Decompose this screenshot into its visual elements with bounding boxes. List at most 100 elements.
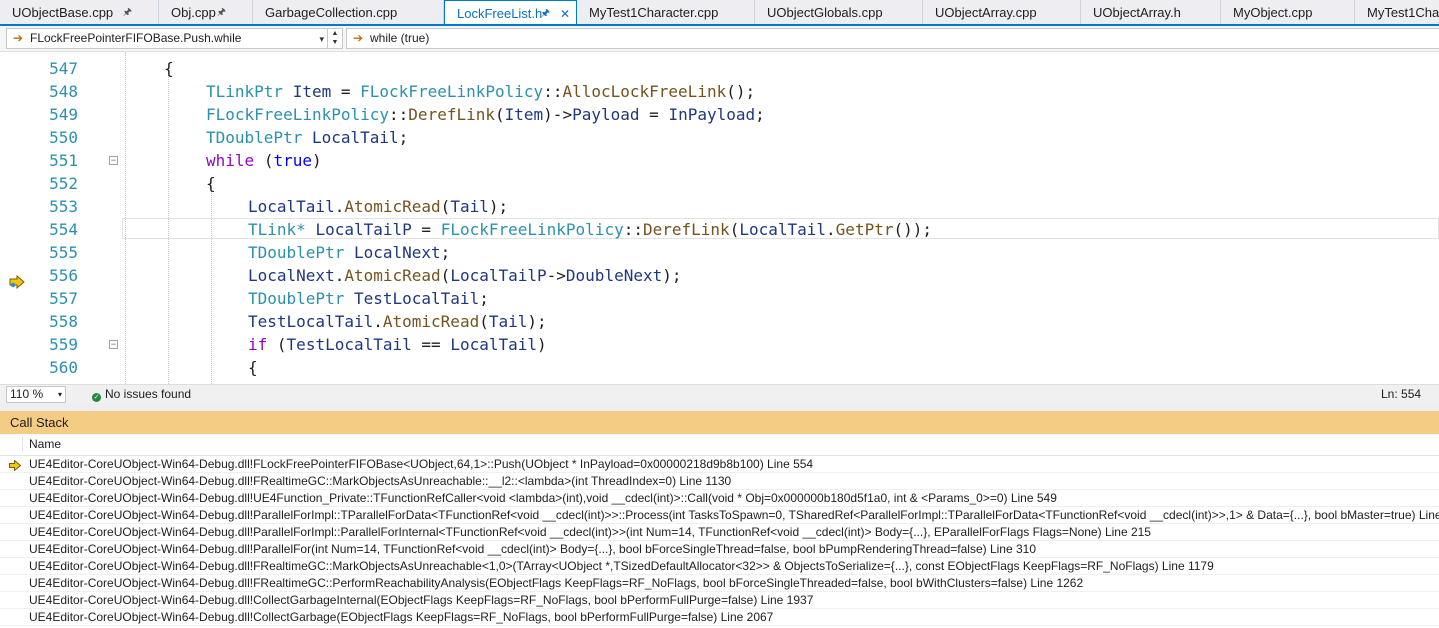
pin-icon[interactable]: 🖈︎ <box>541 1 550 24</box>
code-line[interactable]: 556 LocalNext.AtomicRead(LocalTailP->Dou… <box>0 264 1439 287</box>
callstack-row[interactable]: UE4Editor-CoreUObject-Win64-Debug.dll!Co… <box>0 592 1439 609</box>
issues-text: No issues found <box>105 387 192 401</box>
callstack-row[interactable]: UE4Editor-CoreUObject-Win64-Debug.dll!Pa… <box>0 524 1439 541</box>
callstack-frame-text: UE4Editor-CoreUObject-Win64-Debug.dll!FL… <box>29 457 814 471</box>
code-token: LocalNext <box>353 243 441 262</box>
code-line[interactable]: 552 { <box>0 172 1439 195</box>
code-token: Tail <box>450 197 489 216</box>
callstack-row[interactable]: UE4Editor-CoreUObject-Win64-Debug.dll!FL… <box>0 456 1439 473</box>
tab-mytest1charac[interactable]: MyTest1Charac <box>1355 0 1439 24</box>
callstack-row[interactable]: UE4Editor-CoreUObject-Win64-Debug.dll!FR… <box>0 558 1439 575</box>
tab-uobjectbase-cpp[interactable]: UObjectBase.cpp 🖈︎ <box>0 0 159 24</box>
callstack-frame-text: UE4Editor-CoreUObject-Win64-Debug.dll!FR… <box>29 559 1214 573</box>
code-line[interactable]: 550 TDoublePtr LocalTail; <box>0 126 1439 149</box>
code-line[interactable]: 549 FLockFreeLinkPolicy::DerefLink(Item)… <box>0 103 1439 126</box>
tab-mytest1character-cpp[interactable]: MyTest1Character.cpp <box>577 0 755 24</box>
code-token: Item <box>504 105 544 124</box>
code-token: LocalNext <box>248 266 335 285</box>
chevron-down-icon[interactable]: ▾ <box>319 30 324 49</box>
callstack-column-header[interactable]: Name <box>0 434 1439 456</box>
code-token: = <box>649 105 659 124</box>
line-number: 548 <box>49 82 78 101</box>
code-line[interactable]: 553 LocalTail.AtomicRead(Tail); <box>0 195 1439 218</box>
code-token: AtomicRead <box>344 266 441 285</box>
issues-indicator[interactable]: ✓ No issues found <box>92 385 191 403</box>
code-line[interactable]: 548 TLinkPtr Item = FLockFreeLinkPolicy:… <box>0 80 1439 103</box>
tab-garbagecollection-cpp[interactable]: GarbageCollection.cpp <box>253 0 444 24</box>
tab-label: UObjectArray.h <box>1093 5 1181 20</box>
code-line[interactable]: 551 − while (true) <box>0 149 1439 172</box>
line-number: 555 <box>49 243 78 262</box>
code-token: LocalTail <box>739 220 827 239</box>
code-token: ( <box>729 220 740 239</box>
callstack-list: UE4Editor-CoreUObject-Win64-Debug.dll!FL… <box>0 456 1439 628</box>
callstack-frame-text: UE4Editor-CoreUObject-Win64-Debug.dll!Pa… <box>29 525 1151 539</box>
line-number: 551 <box>49 151 78 170</box>
pin-icon[interactable]: 🖈︎ <box>217 0 226 24</box>
code-token: ); <box>527 312 547 331</box>
callstack-row[interactable]: UE4Editor-CoreUObject-Win64-Debug.dll!FR… <box>0 575 1439 592</box>
code-token: . <box>826 220 836 239</box>
code-token: TestLocalTail <box>286 335 412 354</box>
code-token: (); <box>726 82 756 101</box>
zoom-dropdown[interactable]: 110 % ▾ <box>6 386 66 403</box>
code-token: ( <box>479 312 489 331</box>
member-dropdown-value: while (true) <box>370 31 430 45</box>
line-number: 557 <box>49 289 78 308</box>
tab-uobjectarray-cpp[interactable]: UObjectArray.cpp <box>923 0 1081 24</box>
code-token: LocalTail <box>450 335 538 354</box>
code-line[interactable]: 558 TestLocalTail.AtomicRead(Tail); <box>0 310 1439 333</box>
code-line[interactable]: 557 TDoublePtr TestLocalTail; <box>0 287 1439 310</box>
code-token: ; <box>398 128 409 147</box>
code-token: ; <box>479 289 489 308</box>
tab-lockfreelist-h[interactable]: LockFreeList.h 🖈︎ ✕ <box>444 0 577 24</box>
panel-splitter[interactable] <box>0 404 1439 411</box>
code-token: :: <box>543 82 563 101</box>
code-token: ()); <box>893 220 932 239</box>
tab-uobjectglobals-cpp[interactable]: UObjectGlobals.cpp <box>755 0 923 24</box>
code-editor[interactable]: 547 { 548 TLinkPtr Item = FLockFreeLinkP… <box>0 52 1439 384</box>
tab-uobjectarray-h[interactable]: UObjectArray.h <box>1081 0 1221 24</box>
code-line-current[interactable]: 554 TLink* LocalTailP = FLockFreeLinkPol… <box>0 218 1439 241</box>
code-line[interactable]: 547 { <box>0 57 1439 80</box>
scope-dropdown[interactable]: ➔ FLockFreePointerFIFOBase.Push.while ▲ ▼… <box>6 28 343 49</box>
code-token: TestLocalTail <box>248 312 374 331</box>
code-token: :: <box>623 220 643 239</box>
code-token: TDoublePtr <box>248 289 345 308</box>
callstack-row[interactable]: UE4Editor-CoreUObject-Win64-Debug.dll!Pa… <box>0 507 1439 524</box>
pin-icon[interactable]: 🖈︎ <box>123 0 132 24</box>
collapse-toggle[interactable]: − <box>109 340 118 349</box>
code-token: ; <box>440 243 451 262</box>
callstack-row[interactable]: UE4Editor-CoreUObject-Win64-Debug.dll!Pa… <box>0 541 1439 558</box>
callstack-row[interactable]: UE4Editor-CoreUObject-Win64-Debug.dll!FR… <box>0 473 1439 490</box>
scope-spinner[interactable]: ▲ ▼ <box>327 29 342 48</box>
code-token: ( <box>440 197 451 216</box>
tab-label: UObjectBase.cpp <box>12 5 114 20</box>
tab-myobject-cpp[interactable]: MyObject.cpp <box>1221 0 1355 24</box>
callstack-row[interactable]: UE4Editor-CoreUObject-Win64-Debug.dll!UE… <box>0 490 1439 507</box>
close-icon[interactable]: ✕ <box>560 1 570 24</box>
code-token: true <box>273 151 312 170</box>
tab-label: Obj.cpp <box>171 5 216 20</box>
tab-label: LockFreeList.h <box>457 6 543 21</box>
line-number: 553 <box>49 197 78 216</box>
code-token: ( <box>276 335 287 354</box>
code-token: FLockFreeLinkPolicy <box>360 82 544 101</box>
callstack-title: Call Stack <box>0 411 1439 434</box>
line-number: 550 <box>49 128 78 147</box>
line-number: 554 <box>49 220 78 239</box>
chevron-down-icon[interactable]: ▾ <box>58 387 62 402</box>
code-line[interactable]: 559 − if (TestLocalTail == LocalTail) <box>0 333 1439 356</box>
member-dropdown[interactable]: ➔ while (true) <box>346 28 1439 49</box>
code-token: LocalTailP <box>315 220 412 239</box>
callstack-frame-text: UE4Editor-CoreUObject-Win64-Debug.dll!Co… <box>29 610 774 624</box>
callstack-row[interactable]: UE4Editor-CoreUObject-Win64-Debug.dll!Co… <box>0 609 1439 626</box>
collapse-toggle[interactable]: − <box>109 156 118 165</box>
tab-label: MyObject.cpp <box>1233 5 1313 20</box>
code-line[interactable]: 560 { <box>0 356 1439 379</box>
code-token: LocalTailP <box>450 266 547 285</box>
code-line[interactable]: 555 TDoublePtr LocalNext; <box>0 241 1439 264</box>
callstack-frame-text: UE4Editor-CoreUObject-Win64-Debug.dll!Pa… <box>29 542 1036 556</box>
code-token: . <box>334 266 345 285</box>
tab-obj-cpp[interactable]: Obj.cpp 🖈︎ <box>159 0 253 24</box>
